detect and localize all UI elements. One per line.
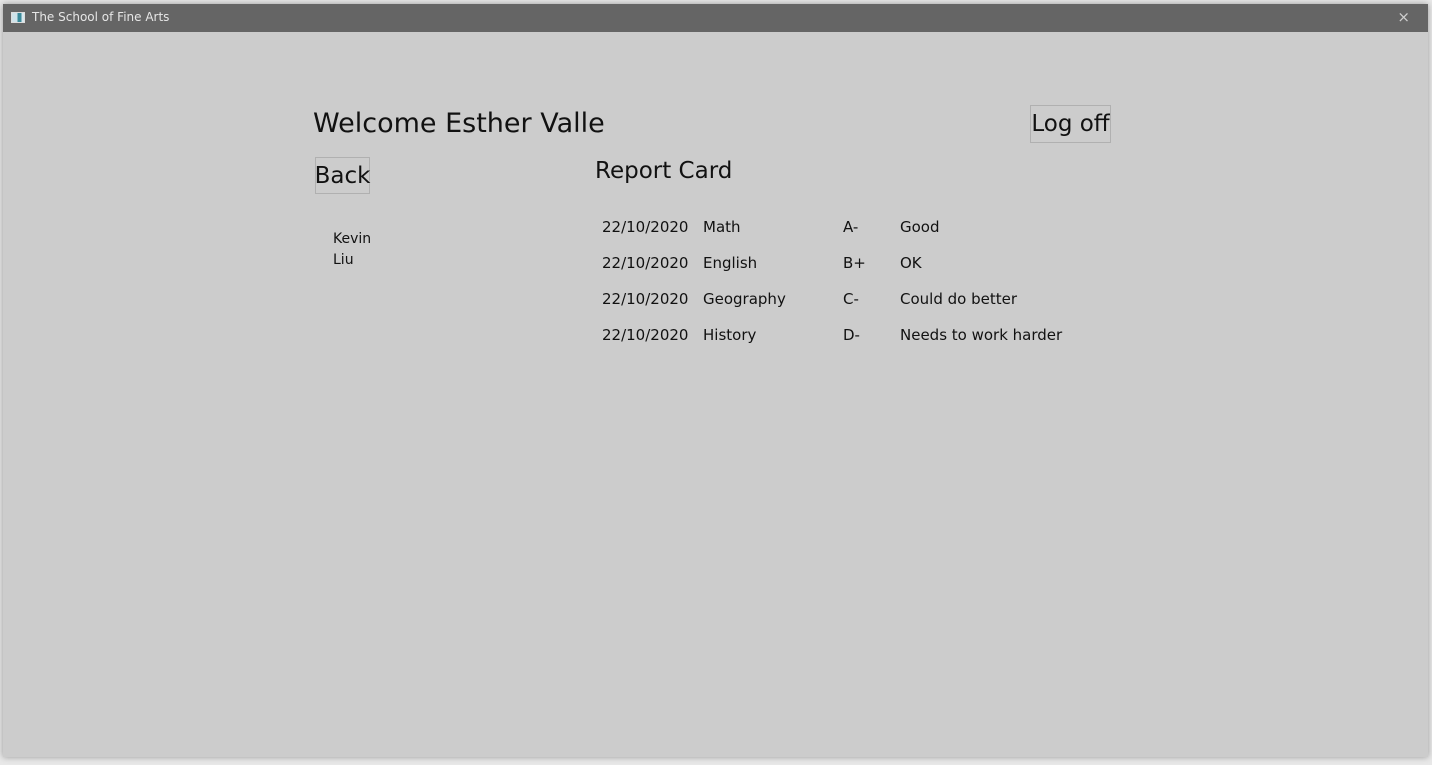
cell-comment: Good [900,218,940,236]
cell-comment: Could do better [900,290,1017,308]
cell-grade: C- [843,290,859,308]
cell-comment: Needs to work harder [900,326,1063,344]
cell-grade: A- [843,218,859,236]
log-off-button[interactable]: Log off [1030,105,1111,143]
app-window-icon [11,12,25,23]
cell-date: 22/10/2020 [602,326,689,344]
back-button[interactable]: Back [315,157,370,194]
cell-grade: B+ [843,254,866,272]
student-first-name[interactable]: Kevin [333,231,371,247]
cell-comment: OK [900,254,922,272]
window-title: The School of Fine Arts [32,10,170,24]
report-card-title: Report Card [595,158,733,184]
cell-subject: History [703,326,757,344]
cell-subject: English [703,254,758,272]
welcome-heading: Welcome Esther Valle [313,108,605,139]
student-last-name[interactable]: Liu [333,252,354,268]
cell-grade: D- [843,326,860,344]
app-window: The School of Fine Arts × [3,4,1428,757]
cell-subject: Math [703,218,741,236]
cell-subject: Geography [703,290,786,308]
cell-date: 22/10/2020 [602,218,689,236]
close-icon[interactable]: × [1397,8,1410,26]
cell-date: 22/10/2020 [602,290,689,308]
title-bar: The School of Fine Arts × [3,4,1428,32]
cell-date: 22/10/2020 [602,254,689,272]
